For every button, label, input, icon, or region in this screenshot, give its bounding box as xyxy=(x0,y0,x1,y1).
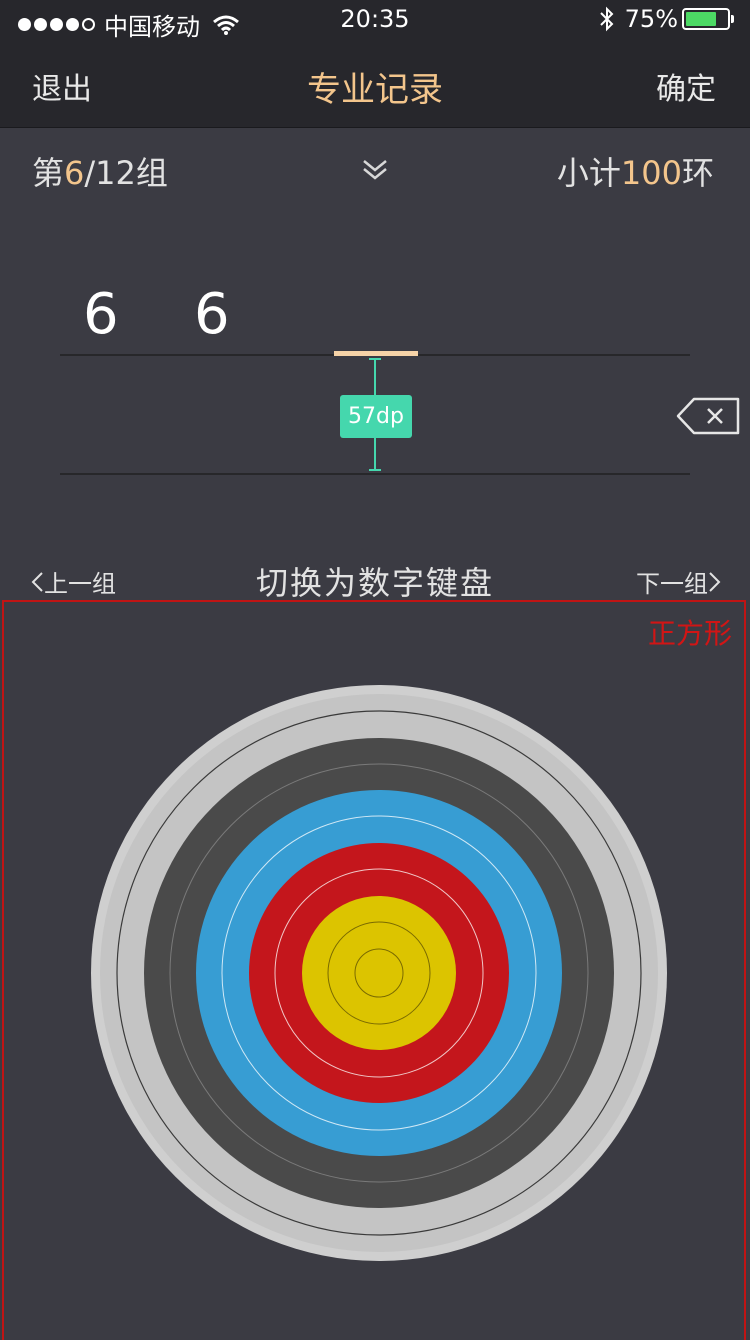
group-current: 6 xyxy=(64,154,85,192)
dimension-label: 57dp xyxy=(340,395,412,438)
group-row: 第6/12组 小计100环 xyxy=(0,148,750,192)
subtotal-suffix: 环 xyxy=(681,154,714,192)
nav-bar: 退出 专业记录 确定 xyxy=(0,40,750,128)
status-right: 75% xyxy=(599,5,734,33)
subtotal-value: 100 xyxy=(620,154,682,192)
arrow-score-2[interactable]: 6 xyxy=(194,282,230,347)
chevron-right-icon xyxy=(709,571,721,592)
battery-percent: 75% xyxy=(624,5,678,33)
confirm-button[interactable]: 确定 xyxy=(656,64,716,108)
group-prefix: 第 xyxy=(32,154,65,192)
next-group-button[interactable]: 下一组 xyxy=(636,564,722,599)
dimension-cap-top xyxy=(369,358,381,360)
group-indicator: 第6/12组 xyxy=(32,148,168,194)
group-navigation-row: 上一组 切换为数字键盘 下一组 xyxy=(0,558,750,602)
next-group-label: 下一组 xyxy=(636,570,708,598)
subtotal: 小计100环 xyxy=(557,148,714,194)
dimension-cap-bottom xyxy=(369,469,381,471)
input-cursor xyxy=(334,351,418,356)
archery-target[interactable] xyxy=(91,685,667,1261)
battery-fill xyxy=(686,12,716,26)
bluetooth-icon xyxy=(599,6,614,32)
target-ring-9 xyxy=(302,896,456,1050)
target-area-annotation: 正方形 xyxy=(2,600,746,1340)
arrow-score-1[interactable]: 6 xyxy=(83,282,119,347)
square-annotation-label: 正方形 xyxy=(647,617,732,650)
status-bar: 中国移动 20:35 75% xyxy=(0,0,750,41)
chevron-double-down-icon[interactable] xyxy=(361,156,389,184)
score-row-divider xyxy=(60,473,690,475)
subtotal-prefix: 小计 xyxy=(556,154,621,192)
group-suffix: /12组 xyxy=(84,154,168,192)
page-title: 专业记录 xyxy=(307,70,443,110)
battery-icon xyxy=(682,8,734,30)
backspace-icon[interactable] xyxy=(676,397,740,435)
